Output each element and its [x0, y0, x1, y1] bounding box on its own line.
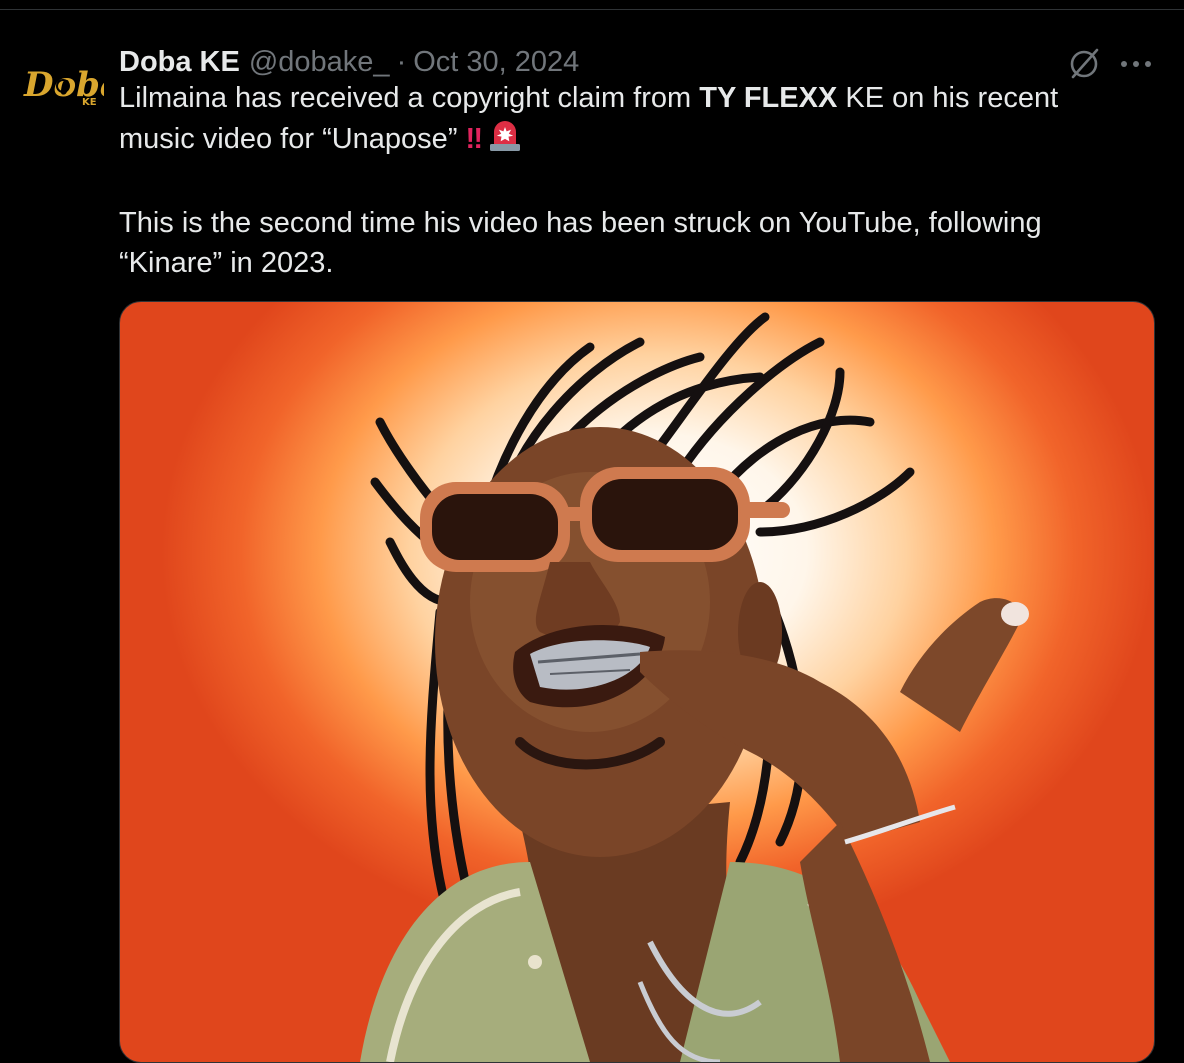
user-handle[interactable]: @dobake_ — [249, 46, 390, 79]
double-exclamation-emoji: ‼ — [465, 123, 483, 155]
more-icon[interactable] — [1118, 45, 1154, 81]
grok-icon[interactable] — [1066, 45, 1102, 81]
separator-dot: · — [396, 45, 407, 78]
tweet-paragraph-2: This is the second time his video has be… — [119, 207, 1042, 279]
avatar[interactable]: Doba KE — [22, 50, 122, 116]
display-name[interactable]: Doba KE — [119, 46, 240, 79]
mention-ty-flexx[interactable]: TY FLEXX — [699, 82, 837, 114]
svg-text:KE: KE — [82, 97, 97, 108]
tweet-media-photo[interactable] — [119, 301, 1155, 1063]
siren-emoji — [487, 118, 523, 163]
tweet-header: Doba KE @dobake_ · Oct 30, 2024 — [119, 44, 579, 80]
tweet-text-part: Lilmaina has received a copyright claim … — [119, 82, 700, 114]
media-photo-illustration — [360, 312, 1029, 1062]
tweet-paragraph-1: Lilmaina has received a copyright claim … — [119, 78, 1139, 163]
tweet-text: Lilmaina has received a copyright claim … — [119, 78, 1139, 283]
doba-logo-icon: Doba KE — [23, 65, 122, 108]
tweet-date[interactable]: Oct 30, 2024 — [413, 46, 579, 79]
